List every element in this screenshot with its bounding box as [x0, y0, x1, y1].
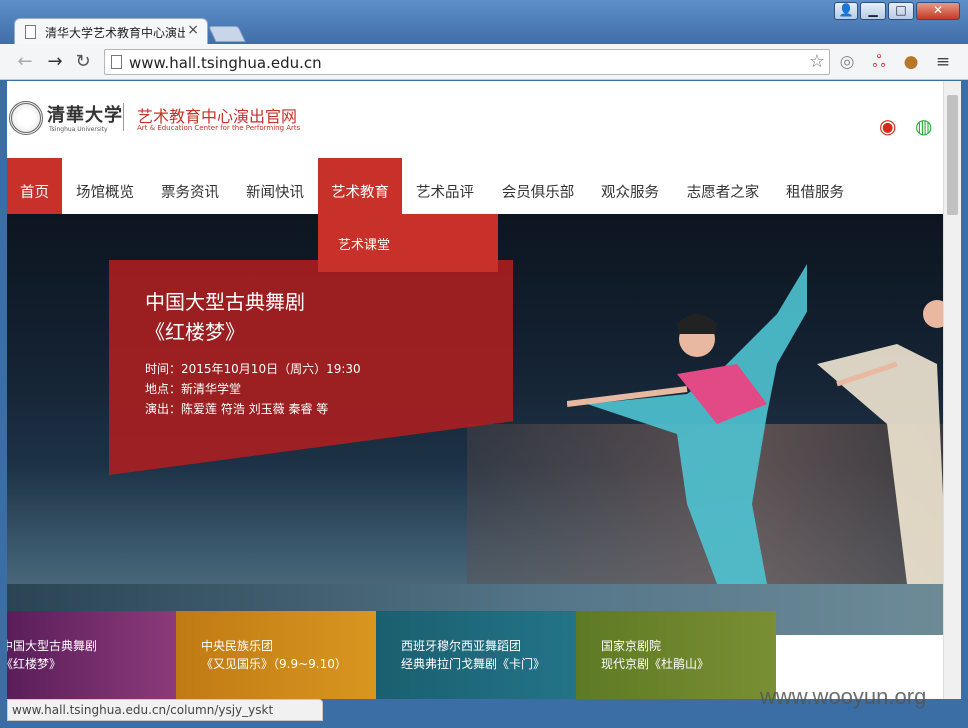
- nav-item-art-review[interactable]: 艺术品评: [409, 158, 481, 214]
- status-bar: www.hall.tsinghua.edu.cn/column/ysjy_ysk…: [7, 699, 323, 721]
- logo-divider: [123, 103, 124, 131]
- nav-item-rental[interactable]: 租借服务: [779, 158, 851, 214]
- bookmark-star-icon[interactable]: ☆: [809, 51, 825, 72]
- cookie-icon[interactable]: ●: [900, 52, 922, 72]
- event-title: 中国大型古典舞剧 《红楼梦》: [145, 287, 305, 347]
- close-window-button[interactable]: ✕: [916, 2, 960, 20]
- reload-icon[interactable]: ↻: [72, 52, 94, 72]
- title-bar: 清华大学艺术教育中心演出 × 👤 ▁ □ ✕: [0, 0, 968, 44]
- nav-item-venue[interactable]: 场馆概览: [69, 158, 141, 214]
- nav-item-volunteers[interactable]: 志愿者之家: [679, 158, 767, 214]
- nav-dropdown: 艺术课堂: [318, 214, 498, 272]
- event-title-line2: 《红楼梦》: [145, 320, 245, 344]
- close-tab-icon[interactable]: ×: [187, 22, 199, 38]
- thumbnail-title: 中国大型古典舞剧: [7, 639, 98, 653]
- browser-window: 清华大学艺术教育中心演出 × 👤 ▁ □ ✕ ← → ↻ www.hall.ts…: [0, 0, 968, 728]
- event-title-line1: 中国大型古典舞剧: [145, 290, 305, 314]
- user-icon[interactable]: 👤: [834, 2, 858, 20]
- watermark: www.wooyun.org: [760, 684, 927, 709]
- nav-item-art-education[interactable]: 艺术教育: [318, 158, 402, 214]
- browser-toolbar: ← → ↻ www.hall.tsinghua.edu.cn ☆ ◎ ஃ ● ≡: [0, 44, 968, 80]
- thumbnail-item[interactable]: 国家京剧院 现代京剧《杜鹃山》: [576, 611, 776, 699]
- new-tab-button[interactable]: [208, 26, 246, 42]
- browser-tab[interactable]: 清华大学艺术教育中心演出 ×: [14, 18, 208, 44]
- logo-english: Tsinghua University: [49, 126, 108, 133]
- address-bar[interactable]: www.hall.tsinghua.edu.cn ☆: [104, 49, 830, 75]
- thumbnail-item[interactable]: 西班牙穆尔西亚舞蹈团 经典弗拉门戈舞剧《卡门》: [376, 611, 576, 699]
- thumbnail-subtitle: 《红楼梦》: [7, 657, 62, 671]
- url-text[interactable]: www.hall.tsinghua.edu.cn: [129, 54, 322, 72]
- web-page: 清華大学 Tsinghua University 艺术教育中心演出官网 Art …: [7, 81, 943, 699]
- thumbnail-title: 国家京剧院: [601, 639, 662, 653]
- nav-item-home[interactable]: 首页: [7, 158, 62, 214]
- nav-item-tickets[interactable]: 票务资讯: [154, 158, 226, 214]
- page-icon: [111, 55, 122, 69]
- maximize-button[interactable]: □: [888, 2, 914, 20]
- thumbnail-title: 中央民族乐团: [201, 639, 274, 653]
- minimize-button[interactable]: ▁: [860, 2, 886, 20]
- back-icon[interactable]: ←: [14, 52, 36, 72]
- page-icon: [25, 25, 36, 39]
- nav-item-audience-service[interactable]: 观众服务: [594, 158, 666, 214]
- tab-title: 清华大学艺术教育中心演出: [45, 26, 185, 40]
- scrollbar-thumb[interactable]: [947, 95, 958, 215]
- scrollbar[interactable]: [943, 81, 961, 699]
- menu-icon[interactable]: ≡: [932, 52, 954, 72]
- thumbnail-title: 西班牙穆尔西亚舞蹈团: [401, 639, 522, 653]
- status-url: www.hall.tsinghua.edu.cn/column/ysjy_ysk…: [12, 703, 274, 717]
- nav-item-news[interactable]: 新闻快讯: [239, 158, 311, 214]
- main-nav: 首页 场馆概览 票务资讯 新闻快讯 艺术教育 艺术品评 会员俱乐部 观众服务 志…: [7, 158, 943, 214]
- dropdown-item-art-class[interactable]: 艺术课堂: [338, 234, 390, 253]
- dancer-image: [567, 264, 807, 584]
- extension-circle-icon[interactable]: ◎: [836, 52, 858, 72]
- thumbnail-item[interactable]: 中国大型古典舞剧 《红楼梦》: [7, 611, 176, 699]
- event-time: 时间：2015年10月10日（周六）19:30: [145, 362, 361, 376]
- thumbnail-subtitle: 《又见国乐》（9.9~9.10）: [201, 657, 347, 671]
- weibo-icon[interactable]: ◉: [879, 114, 896, 138]
- thumbnail-subtitle: 现代京剧《杜鹃山》: [601, 657, 710, 671]
- site-subtitle: Art & Education Center for the Performin…: [137, 124, 301, 132]
- thumbnail-item[interactable]: 中央民族乐团 《又见国乐》（9.9~9.10）: [176, 611, 376, 699]
- logo-text: 清華大学: [47, 105, 123, 126]
- dancer-partner-image: [817, 300, 943, 584]
- wechat-icon[interactable]: ◍: [915, 114, 932, 138]
- thumbnail-subtitle: 经典弗拉门戈舞剧《卡门》: [401, 657, 546, 671]
- forward-icon[interactable]: →: [44, 52, 66, 72]
- event-venue: 地点：新清华学堂: [145, 382, 242, 396]
- tsinghua-emblem-icon: [9, 101, 43, 135]
- event-cast: 演出：陈爱莲 符浩 刘玉薇 秦睿 等: [145, 402, 329, 416]
- nav-item-member-club[interactable]: 会员俱乐部: [494, 158, 582, 214]
- extension-knot-icon[interactable]: ஃ: [868, 52, 890, 72]
